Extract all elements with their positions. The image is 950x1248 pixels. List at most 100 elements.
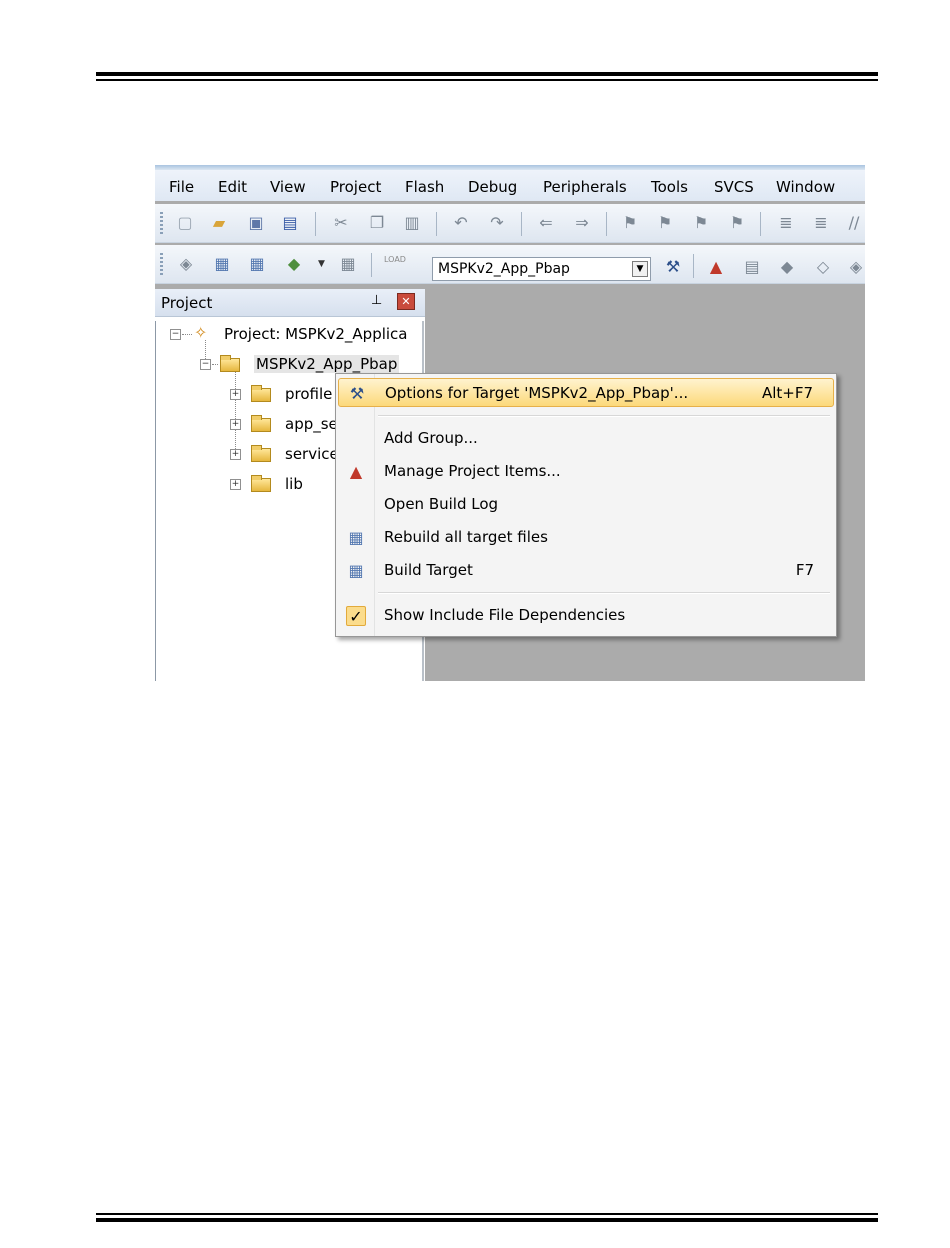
top-rule-thick (96, 72, 878, 76)
undo-icon[interactable]: ↶ (452, 214, 470, 232)
menu-debug[interactable]: Debug (468, 178, 517, 196)
tree-collapse-toggle[interactable]: − (200, 359, 211, 370)
menu-item-build-target[interactable]: ▦ Build Target F7 (338, 556, 834, 585)
tree-connector (235, 369, 236, 459)
clear-bookmarks-icon[interactable]: ⚑ (728, 214, 746, 232)
menu-edit[interactable]: Edit (218, 178, 247, 196)
build-icon[interactable]: ▦ (213, 255, 231, 273)
menu-window[interactable]: Window (776, 178, 835, 196)
tree-node-group[interactable]: profile (285, 385, 332, 403)
menu-item-manage-project-items[interactable]: ▲ Manage Project Items... (338, 457, 834, 486)
close-icon[interactable]: ✕ (397, 293, 415, 310)
toolbar-separator (760, 212, 761, 236)
toolbar-grip[interactable] (160, 253, 163, 275)
open-folder-icon[interactable]: ▰ (210, 214, 228, 232)
toolbar-separator (371, 253, 372, 277)
chevron-down-icon[interactable]: ▼ (318, 259, 325, 269)
menu-item-label: Rebuild all target files (384, 528, 548, 546)
select-packs-icon[interactable]: ▤ (743, 258, 761, 276)
menu-item-label: Add Group... (384, 429, 478, 447)
magic-wand-icon[interactable]: ⚒ (664, 258, 682, 276)
copy-icon[interactable]: ❐ (368, 214, 386, 232)
project-icon: ✧ (194, 323, 208, 342)
bookmark-icon[interactable]: ⚑ (621, 214, 639, 232)
toolbar-grip[interactable] (160, 212, 163, 234)
menu-item-label: Manage Project Items... (384, 462, 561, 480)
menu-item-open-build-log[interactable]: Open Build Log (338, 490, 834, 519)
toolbar-separator (315, 212, 316, 236)
menu-item-show-include-deps[interactable]: ✓ Show Include File Dependencies (338, 601, 834, 630)
next-bookmark-icon[interactable]: ⚑ (692, 214, 710, 232)
folder-icon (251, 415, 271, 432)
navigate-back-icon[interactable]: ⇐ (537, 214, 555, 232)
toolbar-separator (606, 212, 607, 236)
tree-collapse-toggle[interactable]: − (170, 329, 181, 340)
menu-item-rebuild-all[interactable]: ▦ Rebuild all target files (338, 523, 834, 552)
navigate-forward-icon[interactable]: ⇒ (573, 214, 591, 232)
tree-expand-toggle[interactable]: + (230, 479, 241, 490)
bottom-rule-thick (96, 1218, 878, 1222)
rebuild-icon[interactable]: ▦ (248, 255, 266, 273)
menu-flash[interactable]: Flash (405, 178, 444, 196)
context-menu: ⚒ Options for Target 'MSPKv2_App_Pbap'..… (335, 373, 837, 637)
comment-icon[interactable]: // (845, 214, 863, 232)
menu-file[interactable]: File (169, 178, 194, 196)
menu-item-label: Show Include File Dependencies (384, 606, 626, 624)
tree-expand-toggle[interactable]: + (230, 389, 241, 400)
toolbar-separator (521, 212, 522, 236)
menu-view[interactable]: View (270, 178, 306, 196)
manage-items-icon[interactable]: ▲ (707, 258, 725, 276)
menu-svcs[interactable]: SVCS (714, 178, 754, 196)
stop-build-icon[interactable]: ▦ (339, 255, 357, 273)
redo-icon[interactable]: ↷ (488, 214, 506, 232)
toolbar-separator (693, 254, 694, 278)
save-icon[interactable]: ▣ (247, 214, 265, 232)
menu-item-label: Build Target (384, 561, 473, 579)
indent-icon[interactable]: ≣ (777, 214, 795, 232)
tree-connector (212, 364, 218, 365)
tree-expand-toggle[interactable]: + (230, 419, 241, 430)
menu-item-label: Options for Target 'MSPKv2_App_Pbap'... (385, 384, 689, 402)
pin-icon[interactable]: ⊥ (371, 293, 382, 308)
download-icon[interactable]: LOAD (384, 255, 406, 273)
rebuild-icon: ▦ (348, 528, 364, 547)
tree-node-project[interactable]: Project: MSPKv2_Applica (224, 325, 408, 343)
target-select-value: MSPKv2_App_Pbap (438, 261, 570, 277)
menu-item-shortcut: F7 (795, 561, 814, 579)
tree-node-group[interactable]: lib (285, 475, 303, 493)
menu-item-label: Open Build Log (384, 495, 499, 513)
tree-node-group[interactable]: app_se (285, 415, 338, 433)
menu-item-add-group[interactable]: Add Group... (338, 424, 834, 453)
menu-project[interactable]: Project (330, 178, 381, 196)
cut-icon[interactable]: ✂ (332, 214, 350, 232)
unindent-icon[interactable]: ≣ (812, 214, 830, 232)
magic-wand-icon: ⚒ (349, 384, 365, 403)
paste-icon[interactable]: ▥ (403, 214, 421, 232)
extra-tool-icon[interactable]: ◈ (847, 258, 865, 276)
tree-expand-toggle[interactable]: + (230, 449, 241, 460)
save-all-icon[interactable]: ▤ (281, 214, 299, 232)
folder-icon (251, 475, 271, 492)
menu-item-options-for-target[interactable]: ⚒ Options for Target 'MSPKv2_App_Pbap'..… (338, 378, 834, 407)
bottom-rule-thin (96, 1213, 878, 1215)
chevron-down-icon[interactable]: ▼ (632, 261, 648, 277)
toolbar-separator (436, 212, 437, 236)
target-folder-icon (220, 355, 240, 372)
menu-tools[interactable]: Tools (651, 178, 688, 196)
prev-bookmark-icon[interactable]: ⚑ (656, 214, 674, 232)
target-select[interactable]: MSPKv2_App_Pbap ▼ (432, 257, 651, 281)
pack-installer-icon[interactable]: ◇ (814, 258, 832, 276)
menu-bar: File Edit View Project Flash Debug Perip… (155, 170, 865, 201)
menu-item-shortcut: Alt+F7 (761, 384, 813, 402)
folder-icon (251, 385, 271, 402)
new-file-icon[interactable]: ▢ (176, 214, 194, 232)
menu-peripherals[interactable]: Peripherals (543, 178, 627, 196)
ide-screenshot: File Edit View Project Flash Debug Perip… (155, 165, 865, 681)
batch-build-icon[interactable]: ◆ (285, 255, 303, 273)
manage-runtime-icon[interactable]: ◆ (778, 258, 796, 276)
translate-icon[interactable]: ◈ (177, 255, 195, 273)
tree-node-target[interactable]: MSPKv2_App_Pbap (254, 355, 400, 373)
menu-separator (378, 415, 830, 417)
tree-node-group[interactable]: service (285, 445, 339, 463)
menu-separator (378, 592, 830, 594)
